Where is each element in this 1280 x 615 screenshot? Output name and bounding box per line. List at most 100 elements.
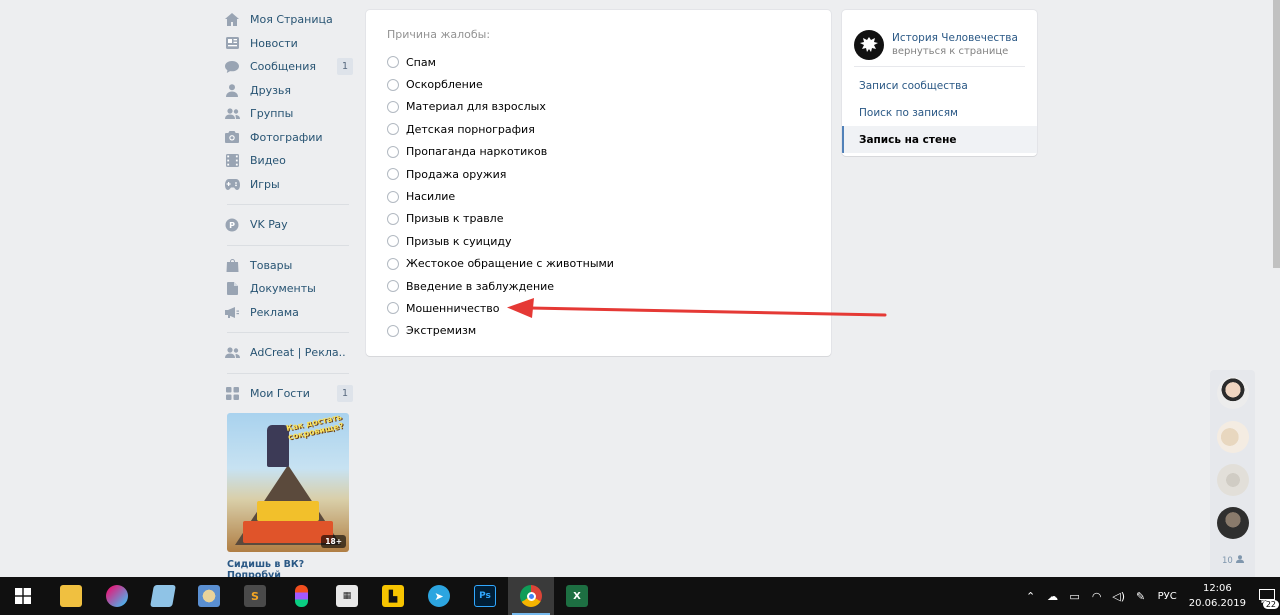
community-name[interactable]: История Человечества	[892, 31, 1018, 45]
cloud-icon[interactable]: ☁	[1042, 590, 1064, 603]
report-reason-option[interactable]: Детская порнография	[387, 118, 614, 140]
ad-block[interactable]: Как достать сокровище? 18+ Сидишь в ВК? …	[227, 413, 349, 581]
taskbar-app-sublime[interactable]: S	[232, 577, 278, 615]
sidebar-item-messages[interactable]: Сообщения 1	[223, 55, 353, 79]
report-reason-option[interactable]: Материал для взрослых	[387, 96, 614, 118]
taskbar-app-photoshop[interactable]: Ps	[462, 577, 508, 615]
radio-button[interactable]	[387, 123, 399, 136]
sidebar-item-video[interactable]: Видео	[223, 149, 353, 173]
report-reason-option[interactable]: Насилие	[387, 185, 614, 207]
folder-icon	[60, 585, 82, 607]
taskbar-app-calculator[interactable]: ▦	[324, 577, 370, 615]
community-header[interactable]: История Человечества вернуться к страниц…	[842, 10, 1037, 66]
report-reason-label[interactable]: Пропаганда наркотиков	[406, 145, 547, 158]
sidebar-item-photos[interactable]: Фотографии	[223, 126, 353, 150]
sidebar-item-documents[interactable]: Документы	[223, 277, 353, 301]
report-reason-label[interactable]: Жестокое обращение с животными	[406, 257, 614, 270]
sidebar-item-guests[interactable]: Мои Гости 1	[223, 382, 353, 406]
sidebar-item-groups[interactable]: Группы	[223, 102, 353, 126]
chat-avatar[interactable]	[1217, 507, 1249, 539]
clock-time: 12:06	[1202, 583, 1232, 594]
report-reason-label[interactable]: Призыв к суициду	[406, 235, 512, 248]
ad-image[interactable]: Как достать сокровище? 18+	[227, 413, 349, 552]
report-reason-label[interactable]: Спам	[406, 56, 436, 69]
radio-button[interactable]	[387, 78, 399, 91]
chat-avatar[interactable]	[1217, 421, 1249, 453]
radio-button[interactable]	[387, 257, 399, 270]
clock[interactable]: 12:06 20.06.2019	[1189, 581, 1246, 611]
report-reason-option[interactable]: Введение в заблуждение	[387, 275, 614, 297]
taskbar-app-excel[interactable]: X	[554, 577, 600, 615]
start-button[interactable]	[0, 577, 46, 615]
sidebar-item-games[interactable]: Игры	[223, 173, 353, 197]
report-reason-option[interactable]: Пропаганда наркотиков	[387, 141, 614, 163]
report-reason-option[interactable]: Спам	[387, 51, 614, 73]
community-avatar[interactable]	[854, 29, 884, 60]
community-menu-item[interactable]: Запись на стене	[842, 126, 1037, 153]
battery-icon[interactable]: ▭	[1064, 590, 1086, 603]
radio-button[interactable]	[387, 100, 399, 113]
taskbar-explorer[interactable]	[48, 577, 94, 615]
radio-button[interactable]	[387, 235, 399, 248]
sidebar-item-vkpay[interactable]: P VK Pay	[223, 213, 353, 237]
sidebar-item-label: Фотографии	[250, 130, 323, 144]
sidebar-item-goods[interactable]: Товары	[223, 254, 353, 278]
sidebar-item-label: Мои Гости	[250, 386, 310, 400]
sidebar-item-news[interactable]: Новости	[223, 32, 353, 56]
taskbar-app-paint3d[interactable]	[94, 577, 140, 615]
community-menu-item[interactable]: Поиск по записям	[842, 99, 1037, 126]
radio-button[interactable]	[387, 212, 399, 225]
report-reason-option[interactable]: Экстремизм	[387, 320, 614, 342]
chevron-up-icon[interactable]: ⌃	[1020, 590, 1042, 603]
radio-button[interactable]	[387, 168, 399, 181]
taskbar-app-pdf[interactable]: ▙	[370, 577, 416, 615]
radio-button[interactable]	[387, 56, 399, 69]
chat-count[interactable]: 10	[1222, 555, 1244, 566]
report-form: Причина жалобы: Спам Оскорбление Материал …	[366, 10, 831, 356]
chat-avatar[interactable]	[1217, 464, 1249, 496]
taskbar-app-figma[interactable]	[278, 577, 324, 615]
radio-button[interactable]	[387, 280, 399, 293]
volume-icon[interactable]: ◁)	[1108, 590, 1130, 603]
report-reason-option[interactable]: Призыв к травле	[387, 208, 614, 230]
sidebar-divider	[227, 332, 349, 333]
sidebar-item-friends[interactable]: Друзья	[223, 79, 353, 103]
radio-button[interactable]	[387, 324, 399, 337]
back-to-page-link[interactable]: вернуться к странице	[892, 45, 1018, 58]
report-reason-label[interactable]: Призыв к травле	[406, 212, 503, 225]
report-reason-label[interactable]: Мошенничество	[406, 302, 500, 315]
taskbar-app-telegram[interactable]: ➤	[416, 577, 462, 615]
wifi-icon[interactable]: ◠	[1086, 590, 1108, 603]
groups-icon	[223, 105, 241, 123]
radio-button[interactable]	[387, 145, 399, 158]
report-reason-option[interactable]: Продажа оружия	[387, 163, 614, 185]
report-reason-label[interactable]: Детская порнография	[406, 123, 535, 136]
sidebar-item-label: Новости	[250, 36, 298, 50]
report-reason-label[interactable]: Оскорбление	[406, 78, 483, 91]
action-center-button[interactable]: 22	[1254, 577, 1280, 615]
report-reason-label[interactable]: Продажа оружия	[406, 168, 506, 181]
taskbar-app-chrome[interactable]	[508, 577, 554, 615]
news-icon	[223, 34, 241, 52]
sidebar-item-adcreat[interactable]: AdCreat | Рекла..	[223, 341, 353, 365]
report-reason-option[interactable]: Оскорбление	[387, 73, 614, 95]
report-reason-label[interactable]: Насилие	[406, 190, 455, 203]
report-reason-label[interactable]: Экстремизм	[406, 324, 476, 337]
page-scrollbar[interactable]	[1273, 0, 1280, 268]
sidebar-item-ads[interactable]: Реклама	[223, 301, 353, 325]
chat-avatar[interactable]	[1217, 377, 1249, 409]
pen-icon[interactable]: ✎	[1130, 590, 1152, 603]
sidebar-item-my-page[interactable]: Моя Страница	[223, 8, 353, 32]
report-reason-option[interactable]: Жестокое обращение с животными	[387, 253, 614, 275]
taskbar-app-notes[interactable]	[140, 577, 186, 615]
radio-button[interactable]	[387, 302, 399, 315]
community-menu-item[interactable]: Записи сообщества	[842, 72, 1037, 99]
language-indicator[interactable]: РУС	[1158, 591, 1177, 602]
report-reason-option[interactable]: Мошенничество	[387, 297, 614, 319]
figma-icon	[294, 585, 308, 607]
radio-button[interactable]	[387, 190, 399, 203]
report-reason-label[interactable]: Введение в заблуждение	[406, 280, 554, 293]
taskbar-app-paint[interactable]	[186, 577, 232, 615]
report-reason-option[interactable]: Призыв к суициду	[387, 230, 614, 252]
report-reason-label[interactable]: Материал для взрослых	[406, 100, 546, 113]
